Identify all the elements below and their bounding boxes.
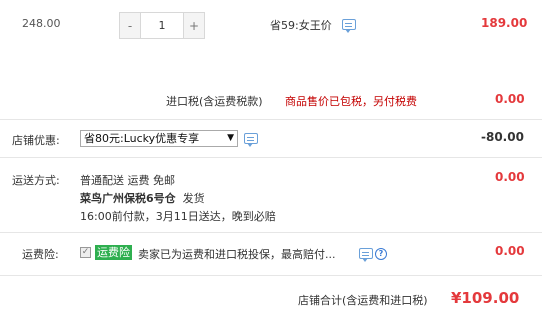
quantity-stepper[interactable]: - 1 + [119,12,205,39]
dispatch-label: 发货 [182,192,205,205]
original-price: 248.00 [22,17,61,30]
divider [0,232,542,233]
shop-total-value: ¥109.00 [451,289,520,307]
shipping-value: 0.00 [495,170,525,184]
import-tax-note: 商品售价已包税，另付税费 [285,95,417,108]
item-price: 189.00 [481,16,528,30]
delivery-promise: 16:00前付款，3月11日送达，晚到必赔 [80,210,276,223]
insurance-value: 0.00 [495,244,525,258]
shipping-warehouse: 菜鸟广州保税6号仓 发货 [80,190,205,206]
chat-icon[interactable] [244,133,258,147]
insurance-label: 运费险: [22,248,59,261]
insurance-checkbox[interactable]: ✓ [80,247,91,258]
import-tax-value: 0.00 [495,92,525,106]
shop-discount-label: 店铺优惠: [12,134,60,147]
divider [0,157,542,158]
quantity-input[interactable]: 1 [141,13,183,38]
insurance-description: 卖家已为运费和进口税投保，最高赔付... [138,248,336,261]
shop-discount-value: -80.00 [481,130,524,144]
promo-label: 省59:女王价 [270,19,332,32]
increase-quantity-button[interactable]: + [183,13,204,38]
shop-total-label: 店铺合计(含运费和进口税) [298,294,428,307]
shop-discount-selected: 省80元:Lucky优惠专享 [84,132,200,145]
shipping-label: 运送方式: [12,174,60,187]
divider [0,119,542,120]
insurance-tag: 运费险 [95,245,132,260]
chat-icon[interactable] [359,248,373,262]
shipping-method: 普通配送 运费 免邮 [80,174,175,187]
divider [0,275,542,276]
warehouse-name: 菜鸟广州保税6号仓 [80,192,176,205]
shop-discount-select[interactable]: 省80元:Lucky优惠专享 ▼ [80,130,238,147]
import-tax-label: 进口税(含运费税款) [166,95,263,108]
decrease-quantity-button[interactable]: - [120,13,141,38]
help-icon[interactable]: ? [375,248,387,260]
dropdown-arrow-icon: ▼ [227,133,234,143]
chat-icon[interactable] [342,19,356,33]
